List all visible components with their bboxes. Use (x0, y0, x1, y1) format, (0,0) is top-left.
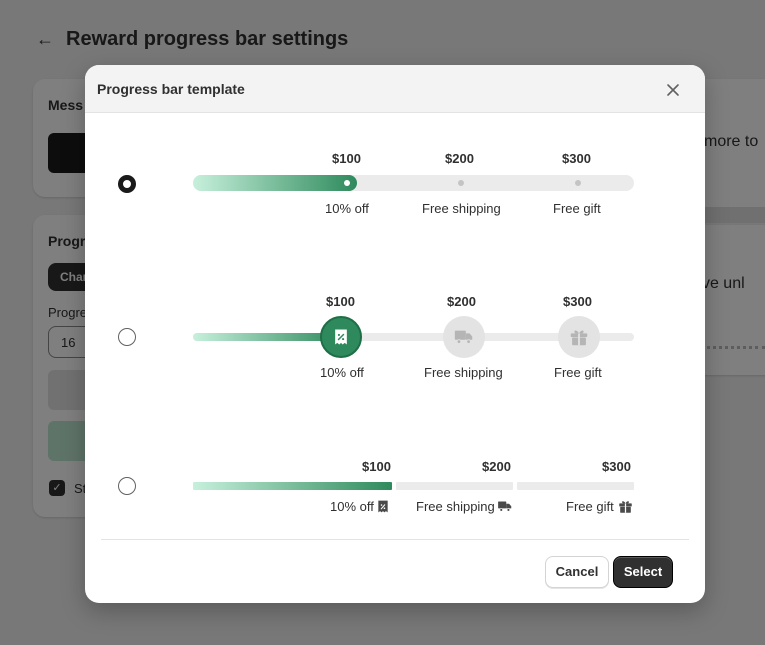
gift-icon (570, 330, 588, 346)
milestone-label: Free shipping (424, 365, 503, 380)
discount-icon (378, 500, 388, 513)
milestone-amount: $300 (602, 459, 631, 474)
template-modal: Progress bar template $100 $200 $300 10%… (85, 65, 705, 603)
template-radio-1[interactable] (118, 175, 136, 193)
modal-footer-divider (101, 539, 689, 540)
template-radio-3[interactable] (118, 477, 136, 495)
milestone-label: Free gift (566, 499, 614, 514)
progress-segment (517, 482, 634, 490)
discount-icon (335, 329, 347, 345)
milestone-label: 10% off (325, 201, 369, 216)
template-option-segments[interactable]: $100 $200 $300 10% off Free shipping Fre… (85, 415, 705, 535)
milestone-label: Free gift (554, 365, 602, 380)
milestone-amount: $100 (362, 459, 391, 474)
milestone-circle-reached (320, 316, 362, 358)
milestone-label: Free gift (553, 201, 601, 216)
milestone-circle (558, 316, 600, 358)
progress-fill (193, 175, 357, 191)
gift-icon (619, 501, 632, 513)
milestone-label: Free shipping (422, 201, 501, 216)
cancel-button[interactable]: Cancel (545, 556, 609, 588)
progress-segment (193, 482, 392, 490)
milestone-dot (458, 180, 464, 186)
progress-segment (396, 482, 513, 490)
template-radio-2[interactable] (118, 328, 136, 346)
select-button[interactable]: Select (613, 556, 673, 588)
milestone-dot (575, 180, 581, 186)
milestone-amount: $200 (447, 294, 476, 309)
milestone-amount: $100 (326, 294, 355, 309)
milestone-amount: $200 (445, 151, 474, 166)
milestone-amount: $200 (482, 459, 511, 474)
milestone-label: 10% off (330, 499, 374, 514)
template-option-dots[interactable]: $100 $200 $300 10% off Free shipping Fre… (85, 65, 705, 265)
truck-icon (498, 501, 512, 512)
milestone-amount: $300 (562, 151, 591, 166)
milestone-label: 10% off (320, 365, 364, 380)
template-option-icon-circles[interactable]: $100 $200 $300 10% off Free shipping Fre… (85, 265, 705, 415)
milestone-amount: $300 (563, 294, 592, 309)
milestone-amount: $100 (332, 151, 361, 166)
milestone-label: Free shipping (416, 499, 495, 514)
milestone-dot-reached (344, 180, 350, 186)
truck-icon (454, 330, 473, 344)
milestone-circle (443, 316, 485, 358)
